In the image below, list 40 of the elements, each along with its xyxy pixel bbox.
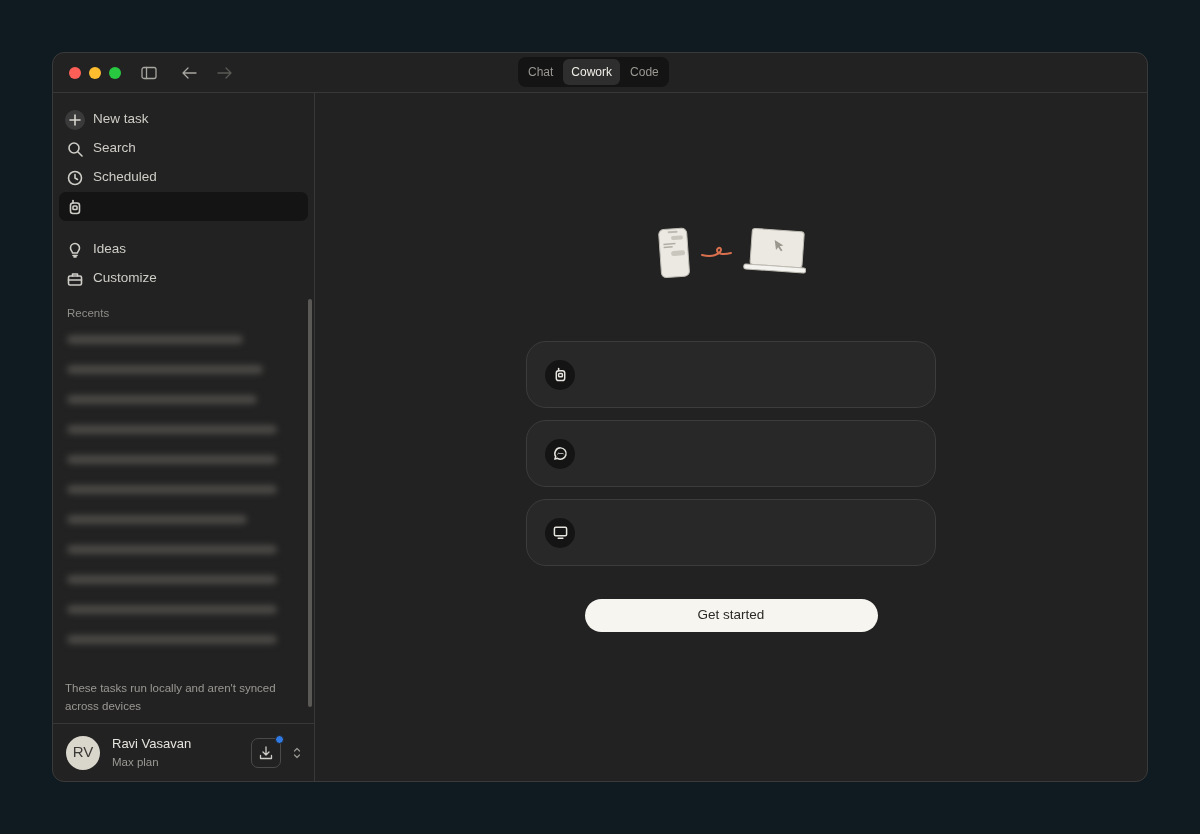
robot-icon: [67, 198, 83, 215]
nav-label: New task: [93, 110, 149, 129]
clock-icon: [67, 169, 83, 186]
nav-label: Customize: [93, 269, 157, 288]
sidebar-nav-item[interactable]: [59, 192, 308, 221]
download-icon: [259, 745, 273, 760]
sidebar-nav-item[interactable]: Scheduled: [59, 163, 308, 192]
user-avatar[interactable]: RV: [66, 735, 100, 770]
sidebar-toggle-icon[interactable]: [141, 65, 157, 80]
user-name: Ravi Vasavan: [112, 735, 193, 754]
chat-bubble-icon: [552, 446, 568, 461]
mode-tab[interactable]: Code: [622, 59, 667, 85]
recents-heading: Recents: [67, 306, 111, 321]
lightbulb-icon: [67, 241, 83, 258]
zoom-window-button[interactable]: [109, 66, 121, 79]
close-window-button[interactable]: [69, 66, 81, 79]
get-started-button[interactable]: Get started: [584, 599, 878, 632]
back-arrow-icon[interactable]: [181, 65, 197, 80]
option-card[interactable]: [526, 420, 936, 487]
nav-label: Scheduled: [93, 168, 157, 187]
monitor-icon: [552, 525, 568, 540]
scrollbar-thumb[interactable]: [308, 299, 312, 707]
sidebar-nav-item[interactable]: New task: [59, 105, 308, 134]
nav-label: Ideas: [93, 240, 127, 259]
sidebar-nav-item[interactable]: Customize: [59, 264, 308, 293]
expand-chevrons-icon[interactable]: [293, 745, 301, 760]
option-card[interactable]: [526, 499, 936, 566]
search-icon: [67, 140, 83, 157]
sidebar-nav-item[interactable]: Search: [59, 134, 308, 163]
plus-icon: [65, 109, 85, 130]
mode-tab[interactable]: Cowork: [563, 59, 621, 85]
forward-arrow-icon[interactable]: [217, 65, 233, 80]
mode-tab[interactable]: Chat: [520, 59, 562, 85]
nav-label: Search: [93, 139, 136, 158]
local-tasks-note: These tasks run locally and aren't synced across devices: [64, 681, 277, 714]
sidebar-nav-item[interactable]: Ideas: [59, 235, 308, 264]
minimize-window-button[interactable]: [89, 66, 101, 79]
user-plan: Max plan: [112, 754, 160, 770]
option-card[interactable]: [526, 341, 936, 408]
toolbox-icon: [67, 270, 83, 287]
